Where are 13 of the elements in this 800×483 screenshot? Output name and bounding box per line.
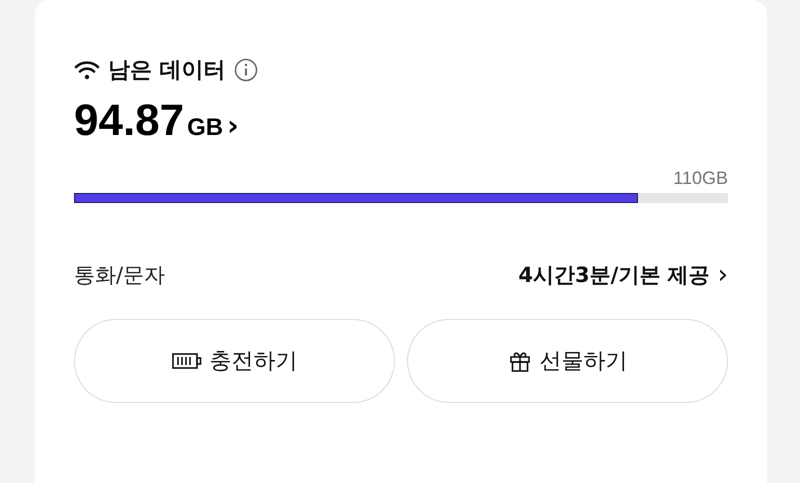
chevron-icon[interactable]: › (227, 109, 239, 142)
remaining-amount[interactable]: 94.87 (74, 96, 184, 146)
unit-label: GB (187, 114, 224, 142)
call-value[interactable]: 4시간3분/기본 제공 (518, 261, 710, 289)
chevron-icon[interactable]: › (718, 260, 728, 290)
charge-button[interactable]: 충전하기 (74, 319, 395, 403)
info-icon[interactable] (234, 58, 258, 82)
battery-icon (172, 351, 202, 371)
call-label: 통화/문자 (74, 262, 166, 289)
gift-button[interactable]: 선물하기 (407, 319, 728, 403)
wifi-icon (74, 59, 100, 81)
total-label: 110GB (672, 168, 728, 189)
section-title: 남은 데이터 (108, 57, 226, 85)
